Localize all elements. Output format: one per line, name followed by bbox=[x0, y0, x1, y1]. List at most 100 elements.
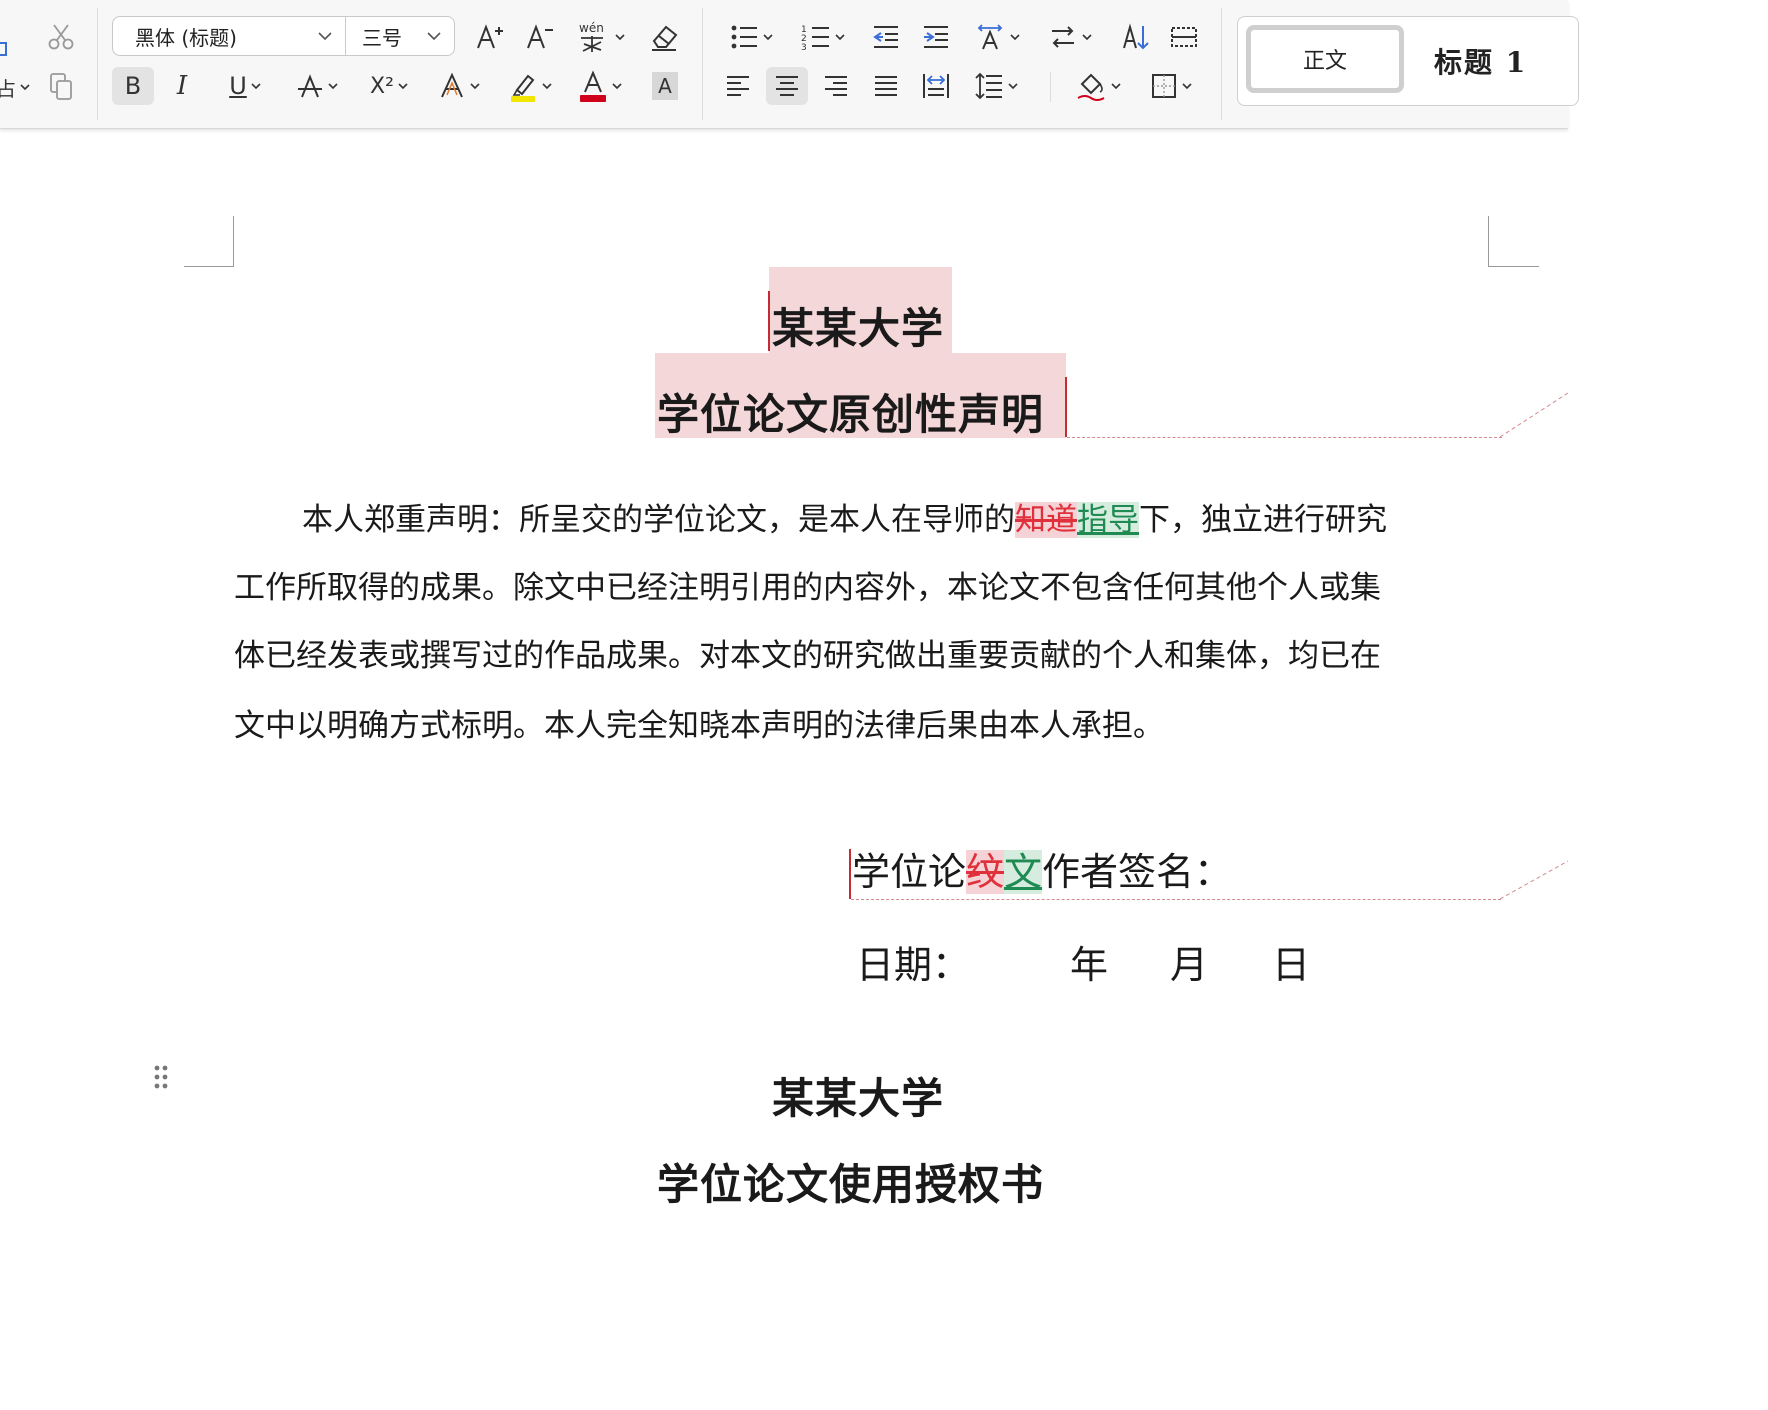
line-spacing-button[interactable] bbox=[966, 67, 1026, 105]
svg-text:3: 3 bbox=[801, 43, 807, 52]
comment-connector bbox=[851, 899, 1501, 900]
revision-marker bbox=[849, 849, 851, 899]
chevron-down-icon bbox=[328, 83, 338, 89]
character-shading-button[interactable]: A bbox=[646, 67, 684, 105]
copy-button[interactable] bbox=[42, 68, 80, 106]
numbering-button[interactable]: 123 bbox=[796, 18, 850, 56]
tracked-deletion: 知道 bbox=[1015, 502, 1077, 538]
paste-label: 占 bbox=[0, 76, 16, 101]
copy-icon bbox=[50, 73, 72, 100]
scissors-icon bbox=[48, 24, 74, 50]
chevron-down-icon bbox=[470, 83, 480, 89]
toolbar-separator bbox=[1221, 8, 1222, 120]
comment-connector-line bbox=[1500, 860, 1568, 900]
justify-icon bbox=[875, 76, 897, 96]
table-grid-icon bbox=[1171, 27, 1197, 47]
underline-label: U bbox=[229, 72, 247, 100]
superscript-label: X² bbox=[370, 73, 394, 99]
distributed-button[interactable] bbox=[916, 67, 956, 105]
line-spacing-icon bbox=[975, 72, 1002, 100]
borders-icon bbox=[1152, 74, 1176, 98]
author-signature-line: 学位论纹文作者签名： bbox=[852, 850, 1233, 894]
align-left-icon bbox=[727, 76, 749, 96]
bold-label: B bbox=[124, 72, 142, 100]
font-color-icon bbox=[580, 70, 606, 102]
highlight-color-button[interactable] bbox=[502, 67, 558, 105]
cut-button[interactable] bbox=[42, 18, 80, 56]
style-normal-label: 正文 bbox=[1302, 49, 1347, 74]
style-heading-1[interactable]: 标题 1 bbox=[1434, 41, 1527, 81]
date-year: 年 bbox=[1070, 943, 1109, 987]
chevron-down-icon bbox=[1008, 83, 1018, 89]
chevron-down-icon bbox=[835, 34, 845, 40]
grow-font-button[interactable] bbox=[470, 18, 508, 56]
align-right-icon bbox=[825, 76, 847, 96]
clear-formatting-button[interactable] bbox=[644, 18, 684, 56]
paragraph-direction-icon bbox=[1052, 26, 1074, 48]
paragraph-line: 本人郑重声明：所呈交的学位论文，是本人在导师的知道指导下，独立进行研究 bbox=[302, 502, 1387, 538]
superscript-button[interactable]: X² bbox=[362, 67, 416, 105]
chevron-down-icon bbox=[427, 32, 441, 41]
decrease-indent-button[interactable] bbox=[866, 18, 906, 56]
paragraph-line: 工作所取得的成果。除文中已经注明引用的内容外，本论文不包含任何其他个人或集 bbox=[234, 570, 1381, 606]
show-formatting-button[interactable] bbox=[1164, 18, 1204, 56]
crop-mark bbox=[1488, 266, 1539, 267]
date-label: 日期： bbox=[856, 943, 971, 987]
style-heading-1-label: 标题 1 bbox=[1434, 46, 1528, 79]
italic-button[interactable]: I bbox=[162, 67, 202, 105]
grow-font-icon bbox=[477, 24, 503, 49]
underline-button[interactable]: U bbox=[218, 67, 272, 105]
style-normal[interactable]: 正文 bbox=[1246, 25, 1404, 93]
phonetic-guide-icon: wén bbox=[579, 21, 604, 52]
paste-icon[interactable] bbox=[0, 22, 14, 60]
rtl-direction-button[interactable] bbox=[1042, 18, 1098, 56]
chevron-down-icon bbox=[542, 83, 552, 89]
chevron-down-icon bbox=[1082, 34, 1092, 40]
eraser-icon bbox=[652, 25, 678, 51]
text-effects-icon bbox=[441, 72, 463, 98]
highlighter-icon bbox=[511, 74, 535, 102]
document-page[interactable]: 某某大学 学位论文原创性声明 本人郑重声明：所呈交的学位论文，是本人在导师的知道… bbox=[0, 129, 1568, 1253]
toolbar-separator bbox=[97, 8, 98, 120]
increase-indent-button[interactable] bbox=[916, 18, 956, 56]
revision-marker bbox=[1065, 377, 1067, 437]
date-month: 月 bbox=[1170, 943, 1209, 987]
chevron-down-icon bbox=[398, 83, 408, 89]
toolbar-separator bbox=[702, 8, 703, 120]
italic-label: I bbox=[176, 71, 188, 101]
chevron-down-icon bbox=[20, 84, 30, 90]
paragraph-line: 体已经发表或撰写过的作品成果。对本文的研究做出重要贡献的个人和集体，均已在 bbox=[234, 638, 1381, 674]
borders-button[interactable] bbox=[1142, 67, 1200, 105]
drag-handle-icon bbox=[154, 1065, 168, 1089]
align-right-button[interactable] bbox=[816, 67, 856, 105]
strikethrough-button[interactable] bbox=[290, 67, 344, 105]
comment-connector-line bbox=[1500, 392, 1568, 438]
sort-icon bbox=[1123, 23, 1149, 50]
font-name-select[interactable]: 黑体 (标题) bbox=[112, 16, 346, 56]
bold-button[interactable]: B bbox=[112, 67, 154, 105]
decrease-indent-icon bbox=[873, 26, 898, 48]
shrink-font-icon bbox=[527, 24, 553, 49]
tracked-insertion: 文 bbox=[1004, 850, 1043, 894]
tracked-insertion: 指导 bbox=[1077, 502, 1139, 538]
chevron-down-icon bbox=[763, 34, 773, 40]
font-size-value: 三号 bbox=[362, 25, 402, 50]
font-color-button[interactable] bbox=[572, 67, 628, 105]
bullets-button[interactable] bbox=[724, 18, 778, 56]
text-direction-button[interactable] bbox=[968, 18, 1026, 56]
text-effects-button[interactable] bbox=[432, 67, 486, 105]
phonetic-guide-button[interactable]: wén bbox=[572, 18, 628, 56]
justify-button[interactable] bbox=[866, 67, 906, 105]
document-title-university-2: 某某大学 bbox=[772, 1074, 945, 1123]
shrink-font-button[interactable] bbox=[520, 18, 558, 56]
shading-button[interactable] bbox=[1070, 67, 1126, 105]
paste-options-button[interactable]: 占 bbox=[0, 68, 30, 106]
block-drag-handle[interactable] bbox=[152, 1063, 170, 1093]
chevron-down-icon bbox=[615, 34, 625, 40]
font-size-select[interactable]: 三号 bbox=[345, 16, 455, 56]
character-shading-icon: A bbox=[652, 72, 678, 100]
align-center-button[interactable] bbox=[766, 67, 808, 105]
align-left-button[interactable] bbox=[718, 67, 758, 105]
paint-bucket-icon bbox=[1077, 73, 1105, 101]
sort-button[interactable] bbox=[1116, 18, 1156, 56]
